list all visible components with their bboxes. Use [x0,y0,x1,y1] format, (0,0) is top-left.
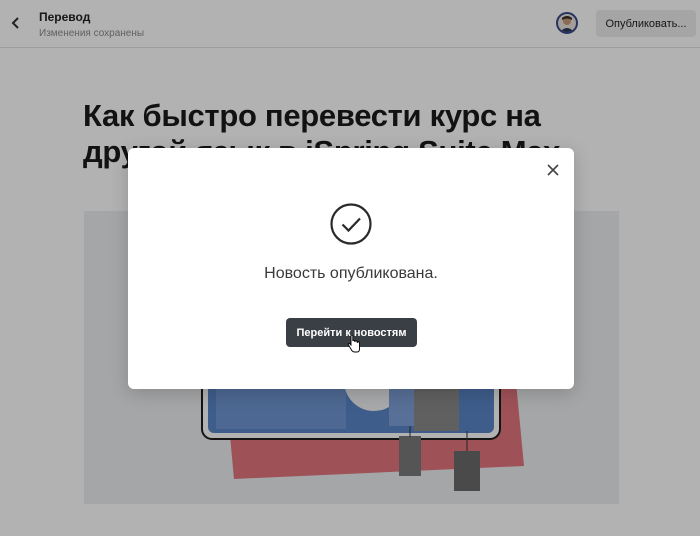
close-icon [547,164,559,176]
close-button[interactable] [544,161,562,179]
success-message: Новость опубликована. [264,265,438,282]
check-circle-icon [330,203,372,245]
hand-cursor-icon [347,335,360,353]
